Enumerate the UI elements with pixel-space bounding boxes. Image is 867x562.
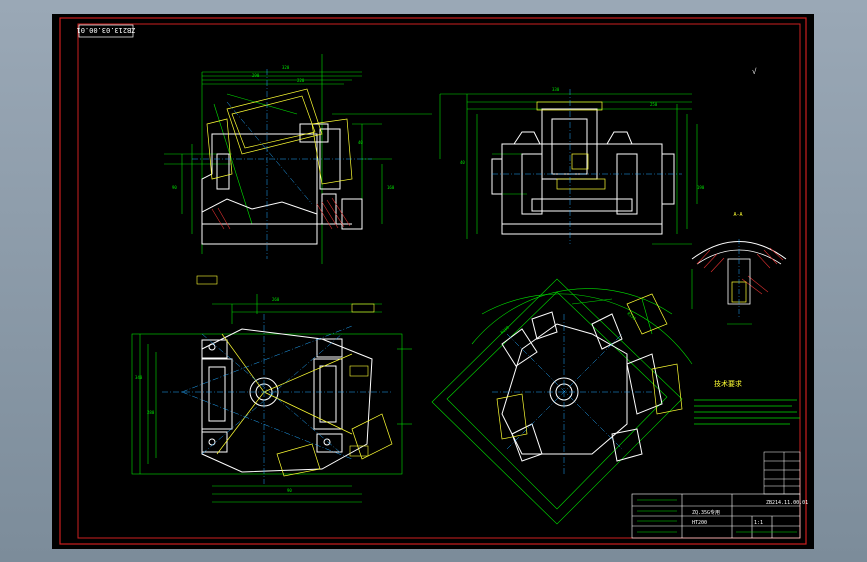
svg-text:330: 330	[552, 87, 560, 92]
section-view: A-A	[691, 212, 787, 325]
roughness-note: √	[752, 67, 757, 76]
svg-text:340: 340	[135, 375, 143, 380]
tech-title: 技术要求	[714, 379, 742, 388]
svg-text:260: 260	[272, 297, 280, 302]
top-view: 340 280 260 90	[131, 275, 412, 503]
svg-text:220: 220	[297, 78, 305, 83]
svg-text:40: 40	[460, 160, 465, 165]
svg-text:290: 290	[252, 73, 260, 78]
material: HT200	[692, 520, 707, 526]
svg-text:190: 190	[697, 185, 705, 190]
front-view: 320 290 220 90 40 160	[164, 54, 432, 264]
svg-text:40: 40	[358, 140, 363, 145]
svg-text:250: 250	[650, 102, 658, 107]
svg-text:90: 90	[287, 488, 292, 493]
svg-text:R160: R160	[499, 324, 510, 334]
rotated-view: R160 R150	[431, 278, 693, 525]
side-view: 330 250 40 190	[439, 87, 705, 245]
svg-text:R150: R150	[626, 311, 637, 321]
part-name: ZQ.35G专用	[692, 509, 720, 516]
svg-text:280: 280	[147, 410, 155, 415]
outer-border	[59, 17, 807, 545]
drawing-sheet: ZB213.03.00.01 320290220 9040160 3302504…	[59, 17, 808, 545]
drawing-number: ZB214.11.00.01	[766, 500, 808, 506]
corner-code-box: ZB213.03.00.01	[76, 24, 136, 38]
technical-requirements: 技术要求	[694, 379, 800, 425]
title-block: ZB214.11.00.01 ZQ.35G专用 HT200 1:1	[631, 451, 808, 539]
svg-text:320: 320	[282, 65, 290, 70]
section-label: A-A	[733, 212, 742, 218]
scale: 1:1	[754, 520, 763, 526]
corner-code: ZB213.03.00.01	[76, 26, 135, 34]
svg-text:160: 160	[387, 185, 395, 190]
cad-viewport[interactable]: ZB213.03.00.01 320 290 220 90 40 160 330…	[52, 14, 814, 549]
svg-text:90: 90	[172, 185, 177, 190]
